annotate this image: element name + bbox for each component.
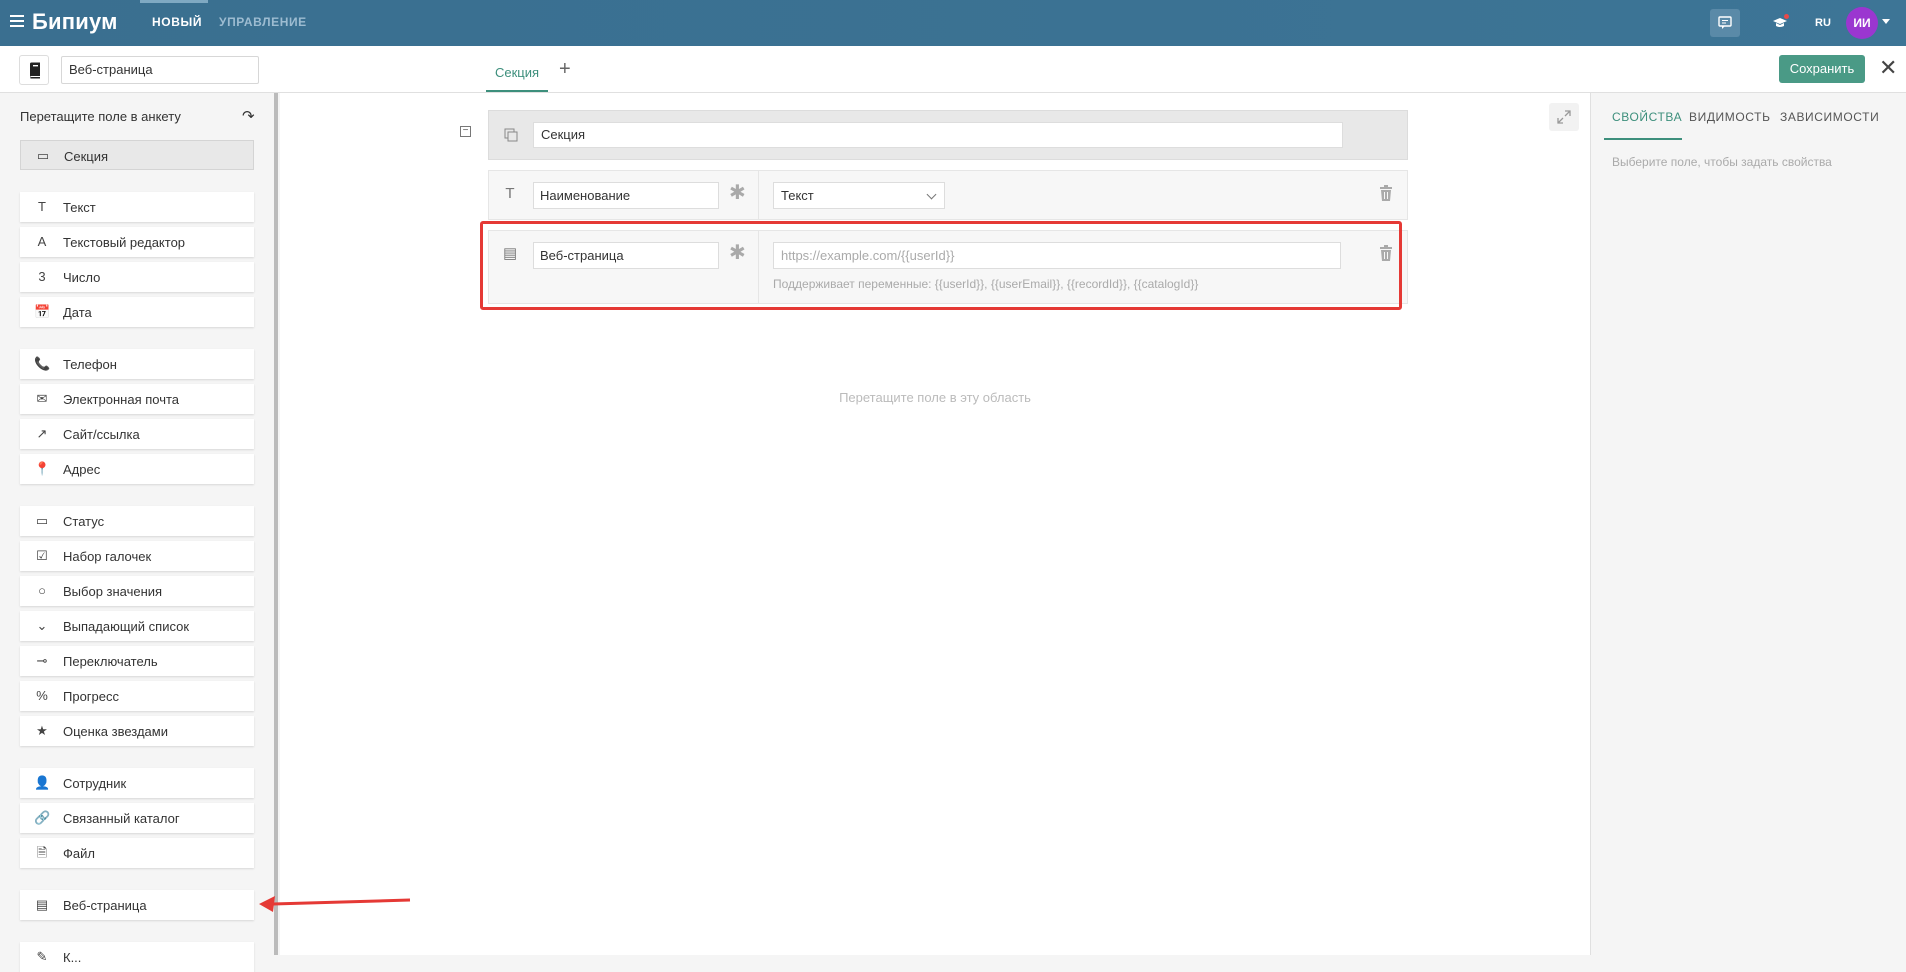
percent-icon: % (36, 688, 48, 703)
collapse-section-button[interactable]: − (460, 126, 471, 137)
add-tab-button[interactable]: + (559, 59, 571, 79)
palette-item-section[interactable]: ▭ Секция (20, 140, 254, 170)
active-tab-indicator (1604, 138, 1682, 140)
palette-item-link[interactable]: ↗ Сайт/ссылка (20, 419, 254, 449)
section-icon: ▭ (36, 148, 50, 163)
text-editor-icon: A (37, 234, 47, 249)
checkbox-icon: ☑ (36, 548, 48, 563)
palette-item-webpage[interactable]: ▤ Веб-страница (20, 890, 254, 920)
catalog-title-input[interactable]: Веб-страница (61, 56, 259, 84)
text-icon: T (38, 199, 46, 214)
nav-tab-manage[interactable]: УПРАВЛЕНИЕ (219, 15, 307, 29)
trash-icon[interactable] (1379, 185, 1393, 201)
palette-item-date[interactable]: 📅 Дата (20, 297, 254, 327)
number-icon: 3 (38, 269, 46, 284)
palette-item-file[interactable]: 🗎 Файл (20, 838, 254, 868)
expand-button[interactable] (1549, 103, 1579, 131)
form-canvas: − Секция T Наименование ✱ Текст ▤ Веб-ст… (280, 93, 1590, 955)
palette-item-partial[interactable]: ✎ К... (20, 942, 254, 972)
language-switch[interactable]: RU (1815, 17, 1831, 29)
field-type-select[interactable]: Текст (773, 182, 945, 209)
palette-item-number[interactable]: 3 Число (20, 262, 254, 292)
palette-item-switch[interactable]: ⊸ Переключатель (20, 646, 254, 676)
link-out-icon: ↗ (36, 426, 48, 441)
calendar-icon: 📅 (34, 304, 51, 319)
tab-properties[interactable]: СВОЙСТВА (1612, 110, 1682, 124)
field-row-left: T Наименование ✱ (489, 171, 759, 219)
palette-item-linked-catalog[interactable]: 🔗 Связанный каталог (20, 803, 254, 833)
field-name-input[interactable]: Наименование (533, 182, 719, 209)
chat-icon (1718, 16, 1732, 29)
pencil-icon: ✎ (36, 949, 48, 964)
palette-item-email[interactable]: ✉ Электронная почта (20, 384, 254, 414)
refresh-icon[interactable]: ↷ (242, 107, 255, 125)
properties-hint: Выберите поле, чтобы задать свойства (1612, 155, 1832, 169)
user-icon: 👤 (34, 775, 51, 790)
drop-zone-hint: Перетащите поле в эту область (839, 390, 1031, 405)
toggle-icon: ⊸ (36, 653, 48, 668)
editor-header: Веб-страница Секция + Сохранить ✕ (0, 46, 1906, 93)
webpage-icon: ▤ (35, 897, 49, 912)
palette-item-employee[interactable]: 👤 Сотрудник (20, 768, 254, 798)
field-palette: Перетащите поле в анкету ↷ ▭ Секция T Тек… (0, 93, 276, 972)
map-pin-icon: 📍 (34, 461, 51, 476)
chevron-down-icon (926, 189, 937, 200)
book-icon (30, 62, 40, 79)
envelope-icon: ✉ (36, 391, 48, 406)
section-row[interactable]: Секция (488, 110, 1408, 160)
save-button[interactable]: Сохранить (1779, 55, 1865, 83)
section-copy-icon (504, 128, 518, 142)
properties-panel: СВОЙСТВА ВИДИМОСТЬ ЗАВИСИМОСТИ Выберите … (1590, 93, 1906, 955)
annotation-arrow (259, 896, 411, 912)
palette-title: Перетащите поле в анкету (20, 109, 181, 124)
field-row-name[interactable]: T Наименование ✱ Текст (488, 170, 1408, 220)
palette-item-progress[interactable]: % Прогресс (20, 681, 254, 711)
palette-item-stars[interactable]: ★ Оценка звездами (20, 716, 254, 746)
link-icon: 🔗 (34, 810, 51, 825)
file-icon: 🗎 (36, 845, 48, 860)
brand-logo[interactable]: Бипиум (32, 9, 118, 35)
menu-icon[interactable] (10, 15, 24, 29)
catalog-icon-button[interactable] (19, 55, 49, 85)
top-bar: Бипиум НОВЫЙ УПРАВЛЕНИЕ RU ИИ (0, 0, 1906, 46)
tab-dependencies[interactable]: ЗАВИСИМОСТИ (1780, 110, 1879, 124)
chevron-down-icon[interactable] (1882, 19, 1890, 24)
palette-item-text[interactable]: T Текст (20, 192, 254, 222)
learning-button[interactable] (1764, 9, 1794, 37)
chat-button[interactable] (1710, 9, 1740, 37)
palette-item-checkboxes[interactable]: ☑ Набор галочек (20, 541, 254, 571)
tab-section[interactable]: Секция (486, 46, 549, 92)
tab-visibility[interactable]: ВИДИМОСТЬ (1689, 110, 1771, 124)
notification-dot (1784, 14, 1789, 19)
palette-item-phone[interactable]: 📞 Телефон (20, 349, 254, 379)
palette-item-status[interactable]: ▭ Статус (20, 506, 254, 536)
palette-item-address[interactable]: 📍 Адрес (20, 454, 254, 484)
status-icon: ▭ (35, 513, 49, 528)
annotation-highlight (480, 221, 1402, 310)
nav-tab-new[interactable]: НОВЫЙ (152, 15, 202, 29)
radio-icon: ○ (38, 583, 46, 598)
palette-item-dropdown[interactable]: ⌄ Выпадающий список (20, 611, 254, 641)
nav-active-indicator (140, 0, 208, 3)
palette-item-radio[interactable]: ○ Выбор значения (20, 576, 254, 606)
close-icon[interactable]: ✕ (1879, 57, 1897, 79)
text-icon: T (505, 185, 515, 202)
phone-icon: 📞 (34, 356, 51, 371)
chevron-down-icon: ⌄ (36, 618, 48, 633)
palette-item-text-editor[interactable]: A Текстовый редактор (20, 227, 254, 257)
sidebar-scrollbar[interactable] (274, 93, 278, 955)
required-asterisk-icon[interactable]: ✱ (729, 183, 746, 203)
avatar[interactable]: ИИ (1846, 7, 1878, 39)
section-name-input[interactable]: Секция (533, 122, 1343, 148)
star-icon: ★ (36, 723, 48, 738)
expand-icon (1557, 110, 1571, 124)
